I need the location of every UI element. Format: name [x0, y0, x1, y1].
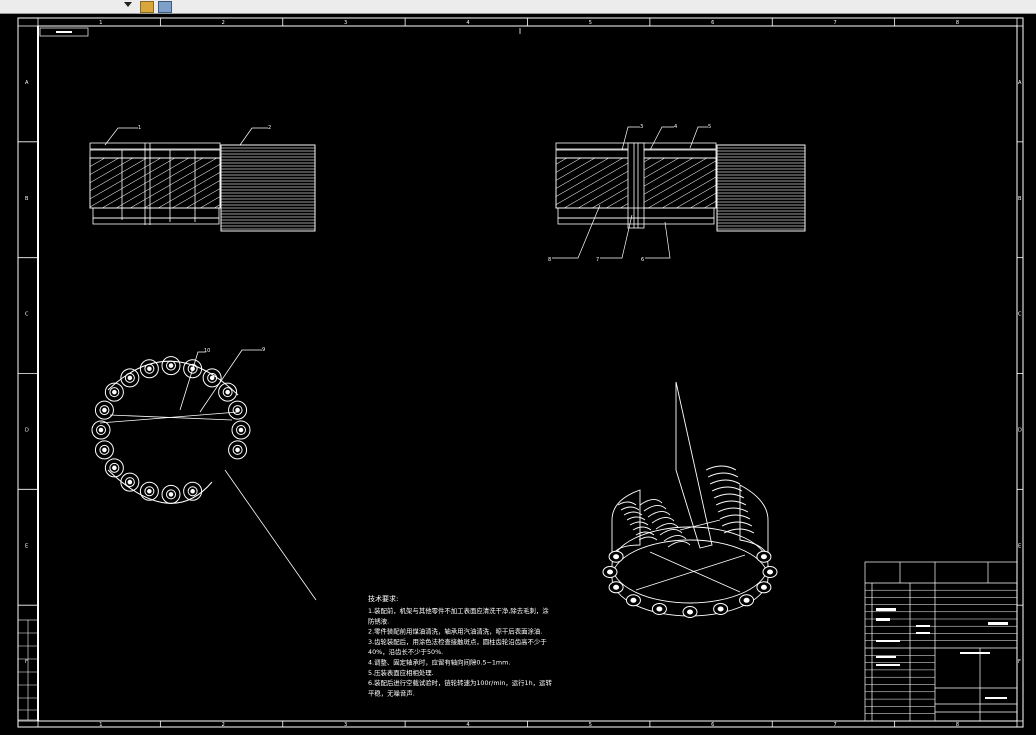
isometric-rollers — [602, 550, 778, 618]
col-label-top: 7 — [833, 20, 836, 26]
isometric-view — [611, 381, 769, 617]
col-label-bottom: 7 — [833, 722, 836, 728]
row-label-left: C — [25, 312, 29, 318]
tech-requirement-item: 2.零件装配前用煤油清洗，轴承用汽油清洗，晾干后表面涂油. — [368, 627, 542, 636]
balloon-1: 1 — [138, 125, 141, 131]
section-view-b — [555, 142, 806, 232]
col-label-top: 3 — [344, 20, 347, 26]
row-label-right: A — [1018, 80, 1022, 86]
tech-requirement-item: 5.压装表面应相相处理. — [368, 668, 434, 677]
col-label-top: 2 — [222, 20, 225, 26]
row-label-right: B — [1018, 196, 1022, 202]
row-label-left: F — [25, 659, 28, 665]
balloon-8: 8 — [548, 257, 551, 263]
revision-strip — [17, 619, 39, 721]
tech-requirement-item: 1.装配前，机架与其他零件不加工表面应清洗干净,除去毛刺，涂 — [368, 606, 549, 615]
col-label-top: 5 — [589, 20, 592, 26]
col-label-bottom: 8 — [956, 722, 959, 728]
col-label-bottom: 4 — [466, 722, 469, 728]
tech-requirement-item: 40%，沿齿长不少于50%. — [368, 647, 443, 656]
tech-requirements-title: 技术要求: — [368, 594, 398, 603]
tech-requirement-item: 3.齿轮装配后，用涂色法检查接触斑点，圆柱齿轮沿齿高不少于 — [368, 637, 547, 646]
tech-requirement-item: 6.装配后进行空载试验时，链轮转速为100r/min，运行1h，运转 — [368, 678, 552, 687]
row-label-left: A — [25, 80, 29, 86]
row-label-left: B — [25, 196, 29, 202]
roller-ring-view — [91, 356, 251, 504]
balloon-2: 2 — [268, 125, 271, 131]
section-view-a — [89, 142, 316, 232]
row-label-right: E — [1018, 543, 1021, 549]
tech-requirements-list: 1.装配前，机架与其他零件不加工表面应清洗干净,除去毛刺，涂防锈液. 2.零件装配… — [368, 606, 552, 697]
row-label-right: F — [1018, 659, 1021, 665]
col-label-bottom: 5 — [589, 722, 592, 728]
col-label-bottom: 1 — [99, 722, 102, 728]
tech-requirement-item: 防锈液. — [368, 616, 389, 625]
col-label-top: 4 — [466, 20, 469, 26]
col-label-top: 6 — [711, 20, 714, 26]
col-label-top: 8 — [956, 20, 959, 26]
balloon-4: 4 — [674, 124, 677, 130]
balloon-7: 7 — [596, 257, 599, 263]
tech-requirement-item: 4.调整、固定轴承时，应留有轴向间隙0.5~1mm. — [368, 658, 510, 667]
row-label-left: E — [25, 543, 28, 549]
col-label-bottom: 2 — [222, 722, 225, 728]
balloon-6: 6 — [641, 257, 644, 263]
row-label-left: D — [25, 427, 29, 433]
balloon-3: 3 — [640, 124, 643, 130]
row-label-right: D — [1018, 427, 1022, 433]
title-block-fills — [876, 608, 1008, 699]
row-label-right: C — [1018, 312, 1022, 318]
balloon-9: 9 — [262, 347, 265, 353]
balloon-10: 10 — [204, 348, 210, 354]
col-label-top: 1 — [99, 20, 102, 26]
tech-requirement-item: 平稳，无噪音声. — [368, 688, 415, 697]
col-label-bottom: 3 — [344, 722, 347, 728]
balloon-5: 5 — [708, 124, 711, 130]
col-label-bottom: 6 — [711, 722, 714, 728]
cad-drawing-canvas[interactable]: 1 2 3 4 5 6 7 8 1 2 3 4 5 6 7 8 A B C D E F A B C D E F 1 2 3 4 … — [0, 0, 1036, 735]
